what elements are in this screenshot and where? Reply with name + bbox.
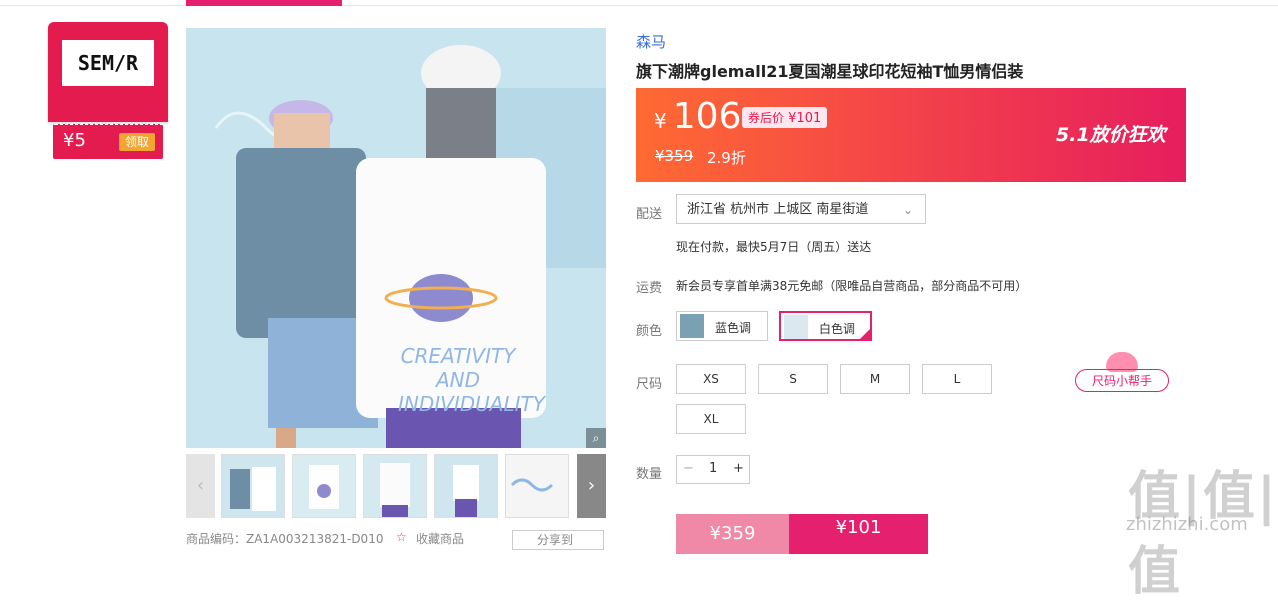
current-price: ¥106 — [654, 96, 741, 137]
quantity-stepper: − 1 + — [676, 455, 750, 484]
after-coupon-value: ¥101 — [788, 111, 822, 126]
store-coupon: ¥5 领取 — [53, 124, 163, 159]
watermark-url: zhizhizhi.com — [1126, 514, 1248, 535]
thumbnail[interactable] — [292, 454, 356, 518]
zoom-icon[interactable]: ⌕ — [586, 428, 606, 448]
address-select[interactable]: 浙江省 杭州市 上城区 南星街道 ⌄ — [676, 194, 926, 224]
size-label: 尺码 — [636, 377, 663, 392]
quantity-plus-button[interactable]: + — [733, 461, 744, 476]
color-label: 颜色 — [636, 324, 663, 339]
color-option-label: 蓝色调 — [715, 321, 752, 335]
thumb-prev-arrow-icon[interactable]: ‹ — [186, 454, 215, 518]
image-slogan-line: AND — [435, 368, 481, 392]
quantity-minus-button[interactable]: − — [683, 461, 694, 476]
size-helper-button[interactable]: 尺码小帮手 — [1075, 369, 1169, 392]
discount-rate: 2.9折 — [707, 149, 746, 167]
thumbnail[interactable] — [505, 454, 569, 518]
claim-coupon-button[interactable]: 领取 — [119, 133, 155, 151]
store-card[interactable]: SEM/R — [48, 22, 168, 122]
shipping-label: 运费 — [636, 281, 663, 296]
color-swatch — [680, 314, 704, 338]
share-button[interactable]: 分享到 — [512, 530, 604, 550]
store-logo: SEM/R — [62, 40, 154, 86]
color-option-white[interactable]: 白色调 — [779, 311, 872, 341]
promo-banner-text: 5.1放价狂欢 — [1056, 124, 1166, 146]
favorite-icon[interactable]: ☆ — [396, 530, 407, 544]
size-option-xl[interactable]: XL — [676, 404, 746, 434]
original-price: ¥359 — [655, 147, 694, 165]
product-title: 旗下潮牌glemall21夏国潮星球印花短袖T恤男情侣装 — [636, 62, 1024, 81]
thumbnail[interactable] — [363, 454, 427, 518]
buy-original-button[interactable]: ¥359 — [676, 514, 789, 554]
thumbnail-strip: ‹ › — [186, 454, 606, 518]
after-coupon-badge: 券后价 ¥101 — [742, 107, 828, 128]
coupon-amount: ¥5 — [63, 130, 86, 151]
image-slogan-line: INDIVIDUALITY — [398, 392, 545, 416]
thumbnail[interactable] — [221, 454, 285, 518]
product-main-image[interactable]: CREATIVITY AND INDIVIDUALITY — [186, 28, 606, 448]
chevron-down-icon: ⌄ — [902, 203, 913, 217]
color-swatch — [784, 315, 808, 339]
shipping-text: 新会员专享首单满38元免邮（限唯品自营商品，部分商品不可用） — [676, 279, 1028, 293]
color-option-blue[interactable]: 蓝色调 — [676, 311, 768, 341]
product-photo — [186, 28, 606, 448]
size-option-m[interactable]: M — [840, 364, 910, 394]
size-option-xs[interactable]: XS — [676, 364, 746, 394]
price-value: 106 — [672, 96, 742, 137]
active-tab-indicator — [186, 0, 342, 6]
buy-coupon-button[interactable]: ¥101 — [789, 514, 928, 554]
delivery-eta: 现在付款，最快5月7日（周五）送达 — [676, 240, 872, 254]
quantity-label: 数量 — [636, 467, 663, 482]
delivery-label: 配送 — [636, 207, 663, 222]
size-option-l[interactable]: L — [922, 364, 992, 394]
color-option-label: 白色调 — [819, 322, 856, 336]
image-slogan-line: CREATIVITY — [400, 344, 516, 368]
favorite-button[interactable]: 收藏商品 — [416, 530, 464, 547]
address-value: 浙江省 杭州市 上城区 南星街道 — [687, 202, 869, 217]
image-slogan: CREATIVITY AND INDIVIDUALITY — [398, 344, 545, 416]
product-code: 商品编码：ZA1A003213821-D010 — [186, 532, 384, 546]
quantity-value[interactable]: 1 — [709, 461, 717, 476]
thumbnail[interactable] — [434, 454, 498, 518]
selected-check-icon — [858, 327, 872, 341]
thumb-next-arrow-icon[interactable]: › — [577, 454, 606, 518]
size-option-s[interactable]: S — [758, 364, 828, 394]
after-coupon-label: 券后价 — [748, 111, 785, 125]
currency-symbol: ¥ — [654, 109, 667, 133]
brand-link[interactable]: 森马 — [636, 31, 666, 52]
